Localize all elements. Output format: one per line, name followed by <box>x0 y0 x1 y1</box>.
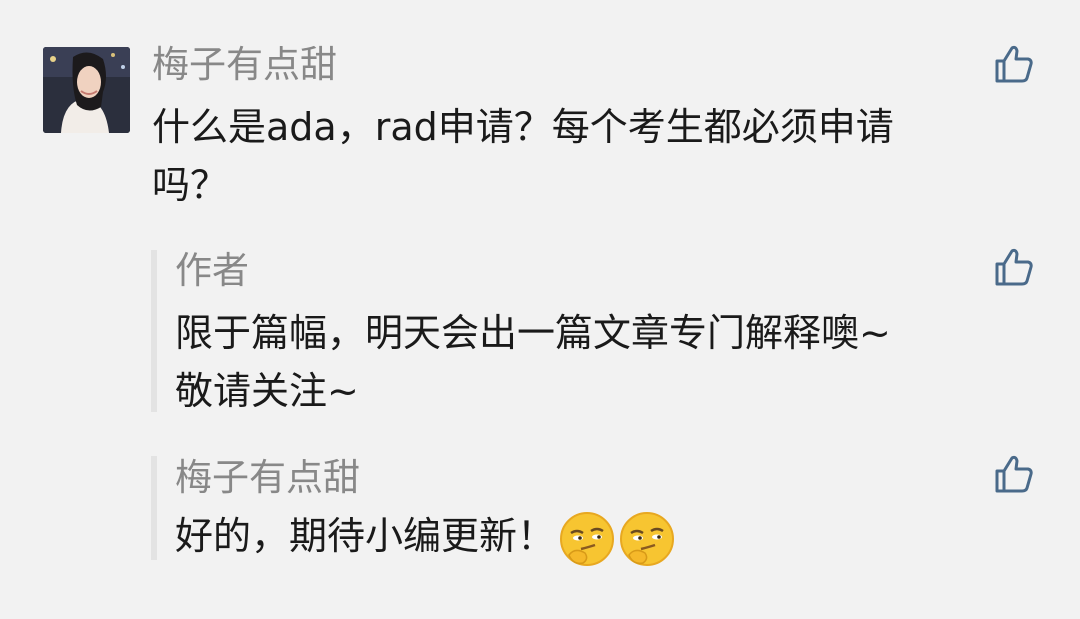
comment-author-name[interactable]: 梅子有点甜 <box>152 45 337 85</box>
comment-text-line: 什么是ada，rad申请？每个考生都必须申请 <box>152 105 894 149</box>
thumbs-up-icon[interactable] <box>993 246 1035 288</box>
reply-author-name[interactable]: 梅子有点甜 <box>175 458 360 498</box>
thumbs-up-icon[interactable] <box>993 43 1035 85</box>
avatar[interactable] <box>43 47 130 133</box>
avatar-photo <box>43 47 130 133</box>
reply-indent-bar <box>151 250 157 412</box>
reply-text: 限于篇幅，明天会出一篇文章专门解释噢~ 敬请关注~ <box>175 304 891 420</box>
reply-author-name[interactable]: 作者 <box>175 251 249 291</box>
reply-indent-bar <box>151 456 157 560</box>
reply-text-line: 限于篇幅，明天会出一篇文章专门解释噢~ <box>175 311 891 355</box>
reply-text: 好的，期待小编更新！ <box>175 507 675 567</box>
comment-text-line: 吗？ <box>152 163 229 207</box>
smirk-emoji-icon <box>559 511 615 567</box>
comment-text: 什么是ada，rad申请？每个考生都必须申请 吗？ <box>152 98 894 214</box>
reply-text-line: 好的，期待小编更新！ <box>175 514 556 558</box>
thumbs-up-icon[interactable] <box>993 453 1035 495</box>
reply-text-line: 敬请关注~ <box>175 369 359 413</box>
smirk-emoji-icon <box>619 511 675 567</box>
